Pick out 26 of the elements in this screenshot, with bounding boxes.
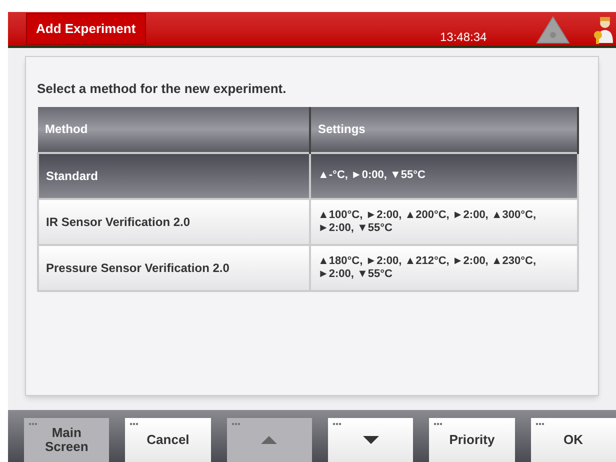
table-cell: ▲180°C, ►2:00, ▲212°C, ►2:00, ▲230°C, ►2:00, ▼55°C [310,244,578,290]
warning-icon [536,16,570,44]
toolbar-button[interactable]: OK [530,418,616,462]
table-cell: Standard [38,152,310,198]
toolbar-button[interactable]: Priority [429,418,515,462]
table-row[interactable]: Standard ▲-°C, ►0:00, ▼55°C [38,152,578,198]
user-key-icon [592,15,614,45]
down-button[interactable] [328,418,414,462]
table-row[interactable]: Pressure Sensor Verification 2.0 ▲180°C, ►2:00, ▲212°C, ►2:00, ▲230°C, ►2:00, ▼55°C [38,244,578,290]
clock: 13:48:34 [440,29,487,46]
grip-icon [536,423,545,426]
grip-icon [130,423,140,426]
table-cell: ▲-°C, ►0:00, ▼55°C [310,152,578,198]
table-row[interactable]: IR Sensor Verification 2.0 ▲100°C, ►2:00, ▲200°C, ►2:00, ▲300°C, ►2:00, ▼55°C [38,198,578,244]
prompt-text: Select a method for the new experiment. [37,80,288,98]
up-triangle-icon [261,436,278,444]
grip-icon [232,423,241,426]
table-cell: Pressure Sensor Verification 2.0 [38,244,310,290]
toolbar-button[interactable]: Cancel [125,418,211,462]
column-header: Method [38,106,310,152]
grip-icon [332,423,342,426]
down-triangle-icon [362,436,379,444]
screen-title: Add Experiment [26,13,146,45]
column-header: Settings [310,106,578,152]
grip-icon [29,423,38,426]
grip-icon [434,423,444,426]
